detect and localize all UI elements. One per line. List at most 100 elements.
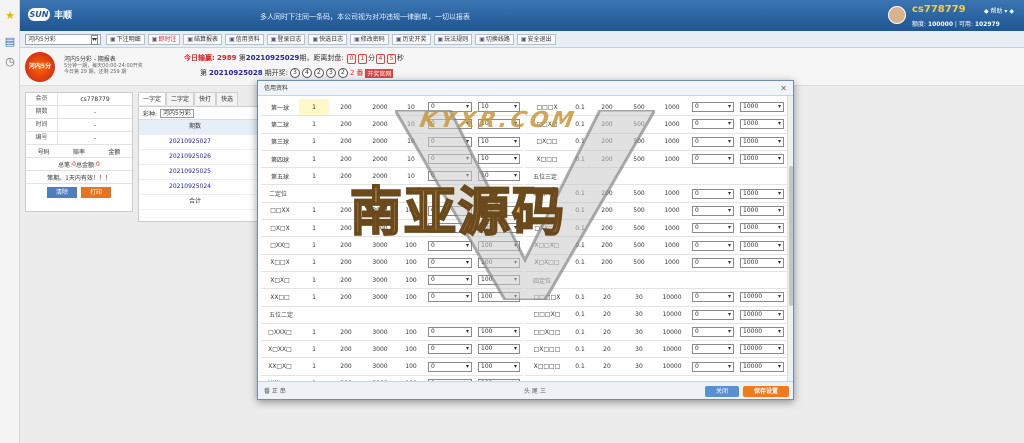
nav-button[interactable]: ▣ 切换线路	[475, 34, 514, 45]
limit-select[interactable]: 10	[478, 102, 520, 113]
save-settings-button[interactable]: 保存设置	[743, 386, 789, 397]
cell-a: 1	[299, 99, 329, 116]
draw-row[interactable]: 20210925025	[139, 165, 257, 180]
limit-select[interactable]: 0	[692, 154, 734, 165]
limit-select[interactable]: 0	[428, 154, 472, 165]
star-icon[interactable]: ★	[4, 10, 16, 22]
limit-select[interactable]: 10	[478, 154, 520, 165]
limit-select[interactable]: 0	[428, 327, 472, 337]
quick-tab[interactable]: 快打	[194, 92, 217, 105]
scroll-thumb[interactable]	[789, 166, 793, 306]
limit-select[interactable]: 0	[692, 119, 734, 130]
limit-select[interactable]: 10000	[740, 327, 784, 337]
nav-button-label: 即时注	[158, 36, 177, 43]
limit-select[interactable]: 0	[428, 257, 472, 268]
limit-select[interactable]: 0	[428, 119, 472, 130]
quick-tab[interactable]: 快选	[216, 92, 239, 105]
limit-select[interactable]: 100	[478, 223, 520, 234]
limit-select[interactable]: 10	[478, 136, 520, 147]
member-row: 期数 -	[26, 106, 132, 119]
nav-button[interactable]: ▣ 下注明细	[106, 34, 145, 45]
limit-select[interactable]: 1000	[740, 102, 784, 113]
limit-select[interactable]: 10	[478, 171, 520, 182]
limit-select[interactable]: 0	[692, 292, 734, 303]
limit-select[interactable]: 1000	[740, 188, 784, 199]
limit-select[interactable]: 0	[428, 171, 472, 182]
limit-select[interactable]: 0	[428, 102, 472, 113]
limit-select[interactable]: 10	[478, 119, 520, 130]
print-button[interactable]: 打印	[81, 187, 111, 198]
limit-select[interactable]: 0	[692, 257, 734, 268]
limit-select[interactable]: 1000	[740, 257, 784, 268]
avatar[interactable]	[888, 6, 906, 24]
limit-select[interactable]: 0	[692, 102, 734, 113]
cell-name: □□X□□	[533, 328, 561, 336]
limit-select[interactable]: 0	[692, 240, 734, 251]
limit-select[interactable]: 1000	[740, 119, 784, 130]
limit-select[interactable]: 100	[478, 361, 520, 372]
cell-a: 1	[312, 363, 316, 371]
result-ball: 2	[337, 68, 348, 78]
limit-select[interactable]: 1000	[740, 205, 784, 216]
draw-row[interactable]: 20210925024	[139, 180, 257, 195]
draw-row[interactable]: 20210925027	[139, 135, 257, 150]
limit-select[interactable]: 1000	[740, 223, 784, 234]
close-button[interactable]: 关闭	[705, 386, 739, 397]
limit-select[interactable]: 100	[478, 257, 520, 268]
cell-c: 500	[633, 242, 645, 250]
nav-button[interactable]: ▣ 结算报表	[183, 34, 223, 45]
limit-select[interactable]: 0	[692, 361, 734, 372]
limit-select[interactable]: 0	[428, 361, 472, 372]
quick-tab[interactable]: 一字定	[138, 92, 167, 105]
limit-select[interactable]: 100	[478, 275, 520, 286]
limit-select[interactable]: 1000	[740, 136, 784, 147]
limit-select[interactable]: 0	[692, 205, 734, 216]
limit-select[interactable]: 0	[428, 205, 472, 216]
cell-a: 1	[312, 207, 316, 215]
modal-scrollbar[interactable]	[787, 96, 793, 383]
limit-select[interactable]: 100	[478, 205, 520, 216]
book-icon[interactable]: ▤	[4, 36, 16, 48]
clock-icon[interactable]: ◷	[4, 56, 16, 68]
limit-select[interactable]: 1000	[740, 154, 784, 165]
limit-select[interactable]: 100	[478, 344, 520, 355]
limit-select[interactable]: 0	[692, 309, 734, 320]
help-controls[interactable]: ◆ 帮助 ▾ ◆	[984, 6, 1014, 15]
select-wrap: 0	[425, 171, 475, 182]
limit-select[interactable]: 10000	[740, 292, 784, 303]
limit-select[interactable]: 0	[692, 344, 734, 355]
limit-select[interactable]: 0	[428, 240, 472, 251]
draw-row[interactable]: 20210925026	[139, 150, 257, 165]
limit-select[interactable]: 0	[428, 136, 472, 147]
limit-select[interactable]: 1000	[740, 240, 784, 251]
limit-select[interactable]: 10000	[740, 309, 784, 320]
quick-tab[interactable]: 二字定	[166, 92, 195, 105]
limit-select[interactable]: 100	[478, 327, 520, 337]
brand-logo[interactable]: SUN 丰顺	[28, 8, 72, 21]
limit-select[interactable]: 10000	[740, 344, 784, 355]
nav-button[interactable]: ▣ 修改密码	[350, 34, 389, 45]
limit-select[interactable]: 0	[692, 223, 734, 234]
limit-select[interactable]: 100	[478, 240, 520, 251]
limit-select[interactable]: 0	[428, 223, 472, 234]
limit-select[interactable]: 0	[692, 136, 734, 147]
close-icon[interactable]: ✕	[780, 81, 787, 96]
filter-select[interactable]: 河内5分彩	[160, 108, 194, 118]
nav-button[interactable]: ▣ 快选日志	[308, 34, 348, 45]
nav-button[interactable]: ▣ 登录日志	[266, 34, 306, 45]
official-site-button[interactable]: 开奖官网	[365, 68, 394, 78]
limit-select[interactable]: 0	[428, 292, 472, 303]
limit-select[interactable]: 0	[692, 327, 734, 337]
limit-select[interactable]: 0	[692, 188, 734, 199]
limit-select[interactable]: 0	[428, 275, 472, 286]
limit-select[interactable]: 100	[478, 292, 520, 303]
nav-button[interactable]: ▣ 玩法规则	[433, 34, 473, 45]
nav-button[interactable]: ▣ 安全退出	[516, 34, 556, 45]
clear-button[interactable]: 清除	[47, 187, 77, 198]
limit-select[interactable]: 0	[428, 344, 472, 355]
nav-button[interactable]: ▣ 信用资料	[225, 34, 264, 45]
lottery-select[interactable]: 河内5分彩 ▾	[25, 34, 101, 45]
nav-button[interactable]: ▣ 即时注	[147, 34, 181, 45]
limit-select[interactable]: 10000	[740, 361, 784, 372]
nav-button[interactable]: ▣ 历史开奖	[391, 34, 431, 45]
